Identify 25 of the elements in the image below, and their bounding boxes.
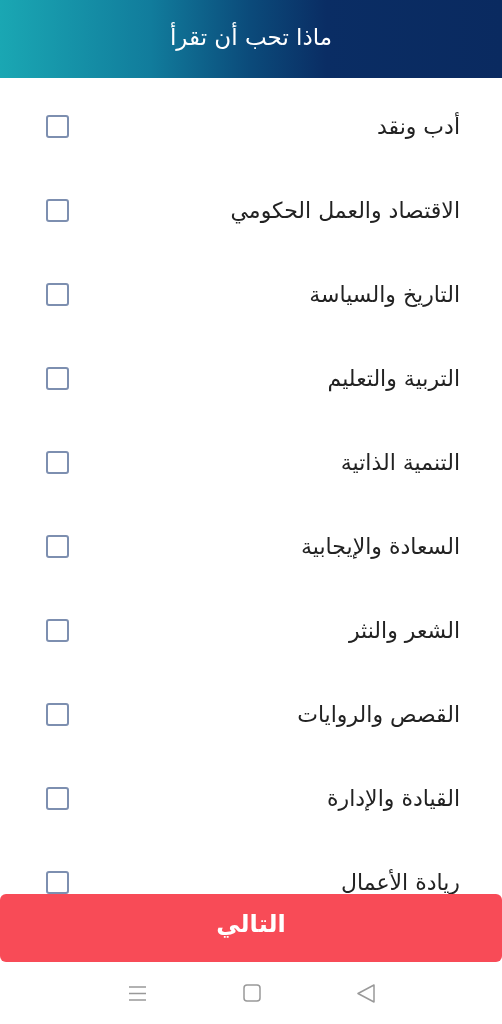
checkbox[interactable] [46,702,69,726]
topic-label: السعادة والإيجابية [301,533,460,559]
topic-label: التربية والتعليم [327,365,460,391]
checkbox[interactable] [46,114,69,138]
checkbox[interactable] [46,282,69,306]
checkbox[interactable] [46,450,69,474]
back-icon[interactable] [356,983,375,1003]
home-icon[interactable] [242,984,261,1002]
checkbox[interactable] [46,786,69,810]
topic-label: التاريخ والسياسة [309,281,460,307]
checkbox[interactable] [46,366,69,390]
topic-label: الاقتصاد والعمل الحكومي [230,197,460,223]
checkbox[interactable] [46,618,69,642]
checkbox[interactable] [46,534,69,558]
menu-icon[interactable] [127,984,147,1002]
topic-label: القيادة والإدارة [327,785,460,811]
topic-label: التنمية الذاتية [340,449,460,475]
topic-label: الشعر والنثر [348,617,460,643]
topic-label: أدب ونقد [376,113,460,139]
topic-label: القصص والروايات [297,701,460,727]
checkbox[interactable] [46,870,69,894]
checkbox[interactable] [46,198,69,222]
screen-title: ماذا تحب أن تقرأ [169,24,333,53]
next-button[interactable]: التالي [0,894,502,962]
topic-label: ريادة الأعمال [341,869,460,895]
